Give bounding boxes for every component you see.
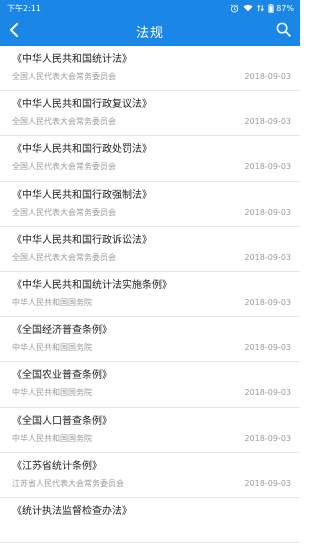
law-list-item[interactable]: 《中华人民共和国统计法》 全国人民代表大会常务委员会 2018-09-03 [0,46,300,92]
law-meta: 全国人民代表大会常务委员会 2018-09-03 [12,253,291,263]
law-title: 《中华人民共和国统计法》 [12,54,132,65]
law-meta: 中华人民共和国国务院 2018-09-03 [12,388,291,398]
law-title: 《统计执法监督检查办法》 [12,505,132,517]
law-meta: 全国人民代表大会常务委员会 2018-09-03 [12,162,291,172]
law-list-item[interactable]: 《江苏省统计条例》 江苏省人民代表大会常务委员会 2018-09-03 [0,453,300,498]
law-date: 2018-09-03 [244,478,292,488]
law-title: 《全国经济普查条例》 [12,325,112,337]
law-title: 《江苏省统计条例》 [12,460,102,472]
law-date: 2018-09-03 [244,343,292,353]
law-meta: 全国人民代表大会常务委员会 2018-09-03 [12,117,291,127]
law-meta: 全国人民代表大会常务委员会 2018-09-03 [12,208,291,218]
law-title: 《全国人口普查条例》 [12,415,112,427]
page-title: 法规 [135,25,164,41]
search-button[interactable] [272,20,294,42]
chevron-left-icon [9,22,19,41]
battery-level: 87% [276,3,294,13]
data-transfer-icon [257,4,265,12]
search-icon [276,22,291,41]
law-meta: 全国人民代表大会常务委员会 2018-09-03 [12,72,291,82]
law-list-item[interactable]: 《中华人民共和国行政复议法》 全国人民代表大会常务委员会 2018-09-03 [0,91,300,137]
status-icons: 87% [230,3,294,13]
law-issuer: 全国人民代表大会常务委员会 [12,252,116,262]
law-list-item[interactable]: 《统计执法监督检查办法》 [0,498,300,544]
law-list-item[interactable]: 《全国人口普查条例》 中华人民共和国国务院 2018-09-03 [0,408,300,453]
battery-icon [268,3,274,13]
law-date: 2018-09-03 [244,72,292,81]
header-bar: 法规 [0,16,300,46]
law-meta: 中华人民共和国国务院 2018-09-03 [12,343,291,353]
law-date: 2018-09-03 [244,162,292,172]
law-issuer: 全国人民代表大会常务委员会 [12,117,116,127]
law-date: 2018-09-03 [244,297,292,307]
alarm-icon [230,4,239,13]
law-issuer: 全国人民代表大会常务委员会 [12,72,116,81]
law-issuer: 中华人民共和国国务院 [12,388,92,398]
law-issuer: 全国人民代表大会常务委员会 [12,162,116,172]
law-issuer: 江苏省人民代表大会常务委员会 [12,478,124,488]
law-date: 2018-09-03 [244,433,292,443]
law-list-item[interactable]: 《全国农业普查条例》 中华人民共和国国务院 2018-09-03 [0,362,300,408]
law-list: 《中华人民共和国统计法》 全国人民代表大会常务委员会 2018-09-03 《中… [0,46,300,544]
law-title: 《中华人民共和国行政强制法》 [12,189,152,201]
law-title: 《中华人民共和国统计法实施条例》 [12,279,172,291]
status-bar: 下午2:11 87% [0,0,300,16]
law-list-item[interactable]: 《全国经济普查条例》 中华人民共和国国务院 2018-09-03 [0,317,300,363]
status-time: 下午2:11 [7,3,41,13]
law-meta: 中华人民共和国国务院 2018-09-03 [12,434,291,444]
law-issuer: 中华人民共和国国务院 [12,433,92,443]
law-title: 《全国农业普查条例》 [12,370,112,382]
law-list-item[interactable]: 《中华人民共和国行政强制法》 全国人民代表大会常务委员会 2018-09-03 [0,182,300,227]
law-meta: 江苏省人民代表大会常务委员会 2018-09-03 [12,479,291,489]
law-title: 《中华人民共和国行政诉讼法》 [12,234,152,246]
law-title: 《中华人民共和国行政处罚法》 [12,144,152,156]
battery-indicator: 87% [268,3,294,13]
law-list-item[interactable]: 《中华人民共和国行政处罚法》 全国人民代表大会常务委员会 2018-09-03 [0,136,300,182]
law-meta: 中华人民共和国国务院 2018-09-03 [12,298,291,308]
law-issuer: 中华人民共和国国务院 [12,343,92,353]
law-date: 2018-09-03 [244,207,292,217]
law-issuer: 全国人民代表大会常务委员会 [12,207,116,217]
back-button[interactable] [3,20,25,42]
law-date: 2018-09-03 [244,252,292,262]
wifi-icon [243,4,253,12]
law-title: 《中华人民共和国行政复议法》 [12,99,152,111]
law-list-item[interactable]: 《中华人民共和国统计法实施条例》 中华人民共和国国务院 2018-09-03 [0,272,300,318]
law-list-item[interactable]: 《中华人民共和国行政诉讼法》 全国人民代表大会常务委员会 2018-09-03 [0,227,300,272]
law-issuer: 中华人民共和国国务院 [12,297,92,307]
law-date: 2018-09-03 [244,388,292,398]
law-date: 2018-09-03 [244,117,292,127]
